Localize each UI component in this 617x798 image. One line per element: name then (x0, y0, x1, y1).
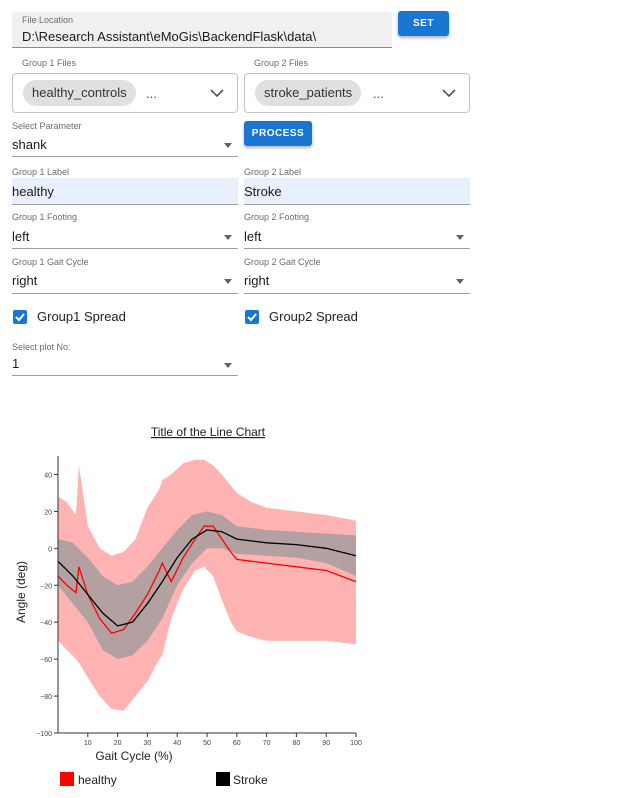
group1-file-chip: healthy_controls (23, 80, 136, 106)
check-icon (15, 313, 25, 322)
x-tick-label: 70 (263, 740, 271, 747)
legend-label-stroke: Stroke (233, 773, 268, 787)
plot-no-underline (12, 375, 238, 376)
legend-swatch-healthy (60, 772, 74, 786)
group2-footing-value[interactable]: left (244, 229, 261, 244)
dropdown-caret-icon[interactable] (456, 235, 464, 240)
group1-label-caption: Group 1 Label (12, 167, 70, 177)
group2-label-underline (244, 204, 470, 205)
group1-footing-underline (12, 248, 238, 249)
group1-label-input[interactable]: healthy (12, 184, 54, 199)
x-tick-label: 80 (293, 740, 301, 747)
select-parameter-label: Select Parameter (12, 121, 82, 131)
select-parameter-value[interactable]: shank (12, 137, 47, 152)
y-tick-label: −100 (36, 731, 52, 738)
group1-gait-value[interactable]: right (12, 273, 37, 288)
process-button[interactable]: PROCESS (244, 121, 312, 146)
group2-gait-underline (244, 293, 470, 294)
x-axis-label: Gait Cycle (%) (95, 749, 172, 763)
y-tick-label: 0 (48, 546, 52, 553)
x-tick-label: 100 (350, 740, 362, 747)
chevron-down-icon[interactable] (442, 88, 456, 98)
group2-files-more: ... (373, 86, 384, 101)
plot-no-label: Select plot No: (12, 342, 71, 352)
y-tick-label: 40 (44, 472, 52, 479)
x-tick-label: 60 (233, 740, 241, 747)
set-button[interactable]: SET (398, 11, 449, 36)
plot-no-value[interactable]: 1 (12, 356, 19, 371)
x-tick-label: 90 (322, 740, 330, 747)
y-tick-label: −60 (40, 657, 52, 664)
group1-spread-checkbox[interactable] (13, 310, 27, 324)
y-tick-label: −80 (40, 694, 52, 701)
group2-spread-checkbox[interactable] (245, 310, 259, 324)
x-tick-label: 10 (84, 740, 92, 747)
group1-files-more: ... (146, 86, 157, 101)
legend-label-healthy: healthy (78, 773, 117, 787)
group2-files-label: Group 2 Files (254, 58, 309, 68)
check-icon (247, 313, 257, 322)
x-tick-label: 40 (173, 740, 181, 747)
file-location-label: File Location (22, 15, 74, 25)
dropdown-caret-icon[interactable] (224, 235, 232, 240)
y-tick-label: 20 (44, 509, 52, 516)
select-parameter-underline (12, 156, 238, 157)
chart-title: Title of the Line Chart (151, 425, 266, 439)
dropdown-caret-icon[interactable] (224, 143, 232, 148)
dropdown-caret-icon[interactable] (224, 363, 232, 368)
group1-spread-label: Group1 Spread (37, 309, 126, 324)
group2-label-caption: Group 2 Label (244, 167, 302, 177)
y-tick-label: −20 (40, 583, 52, 590)
group1-footing-label: Group 1 Footing (12, 212, 78, 222)
group2-footing-label: Group 2 Footing (244, 212, 310, 222)
y-tick-label: −40 (40, 620, 52, 627)
dropdown-caret-icon[interactable] (224, 279, 232, 284)
legend-swatch-stroke (216, 772, 230, 786)
group1-gait-underline (12, 293, 238, 294)
dropdown-caret-icon[interactable] (456, 279, 464, 284)
group1-footing-value[interactable]: left (12, 229, 29, 244)
group2-spread-label: Group2 Spread (269, 309, 358, 324)
group2-gait-value[interactable]: right (244, 273, 269, 288)
y-axis-label: Angle (deg) (14, 561, 28, 623)
file-location-input[interactable]: D:\Research Assistant\eMoGis\BackendFlas… (22, 29, 316, 44)
group2-file-chip: stroke_patients (255, 80, 362, 106)
x-tick-label: 50 (203, 740, 211, 747)
file-location-underline (12, 47, 392, 48)
group2-label-input[interactable]: Stroke (244, 184, 282, 199)
group2-footing-underline (244, 248, 470, 249)
group1-files-label: Group 1 Files (22, 58, 77, 68)
group1-label-underline (12, 204, 238, 205)
x-tick-label: 30 (144, 740, 152, 747)
group1-gait-label: Group 1 Gait Cycle (12, 257, 89, 267)
x-tick-label: 20 (114, 740, 122, 747)
group2-gait-label: Group 2 Gait Cycle (244, 257, 321, 267)
line-chart: Title of the Line Chart 40 20 0 −20 −40 −60 −8… (14, 425, 362, 787)
chevron-down-icon[interactable] (210, 88, 224, 98)
